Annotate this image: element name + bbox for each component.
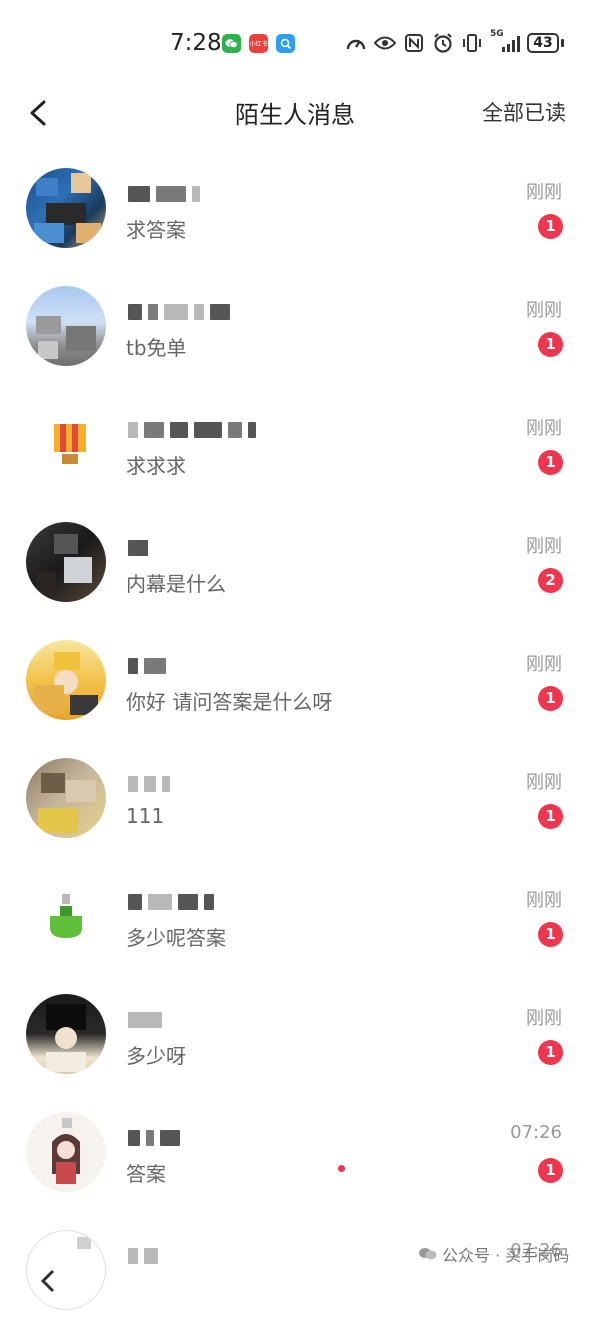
touch-indicator-dot [338, 1165, 345, 1172]
sender-name-redacted [128, 772, 170, 796]
news-app-icon: 小红书 [249, 34, 268, 53]
avatar[interactable] [26, 758, 106, 838]
unread-badge: 1 [538, 1158, 563, 1183]
unread-badge: 1 [538, 214, 563, 239]
list-item[interactable]: 答案 07:26 1 [0, 1094, 590, 1212]
unread-badge: 1 [538, 450, 563, 475]
watermark-text: 公众号 · 买手岗码 [442, 1246, 570, 1265]
list-item[interactable]: 求答案 刚刚 1 [0, 150, 590, 268]
message-time: 刚刚 [526, 418, 562, 439]
message-preview: 多少呀 [126, 1044, 186, 1068]
unread-badge: 1 [538, 332, 563, 357]
sender-name-redacted [128, 300, 230, 324]
avatar[interactable] [26, 640, 106, 720]
avatar[interactable] [26, 876, 106, 956]
message-time: 刚刚 [526, 890, 562, 911]
status-bar: 7:28 小红书 5G 43 [0, 0, 590, 90]
network-type-label: 5G [490, 29, 504, 39]
sender-name-redacted [128, 654, 166, 678]
list-item[interactable]: tb免单 刚刚 1 [0, 268, 590, 386]
status-time: 7:28 [170, 30, 222, 56]
eye-icon [374, 32, 396, 54]
battery-tip [561, 39, 564, 47]
message-preview: 答案 [126, 1162, 166, 1186]
avatar[interactable] [26, 1112, 106, 1192]
message-time: 刚刚 [526, 1008, 562, 1029]
list-item[interactable]: 07:26 [0, 1212, 590, 1330]
message-preview: tb免单 [126, 336, 187, 360]
sender-name-redacted [128, 890, 214, 914]
alarm-icon [432, 32, 454, 54]
sender-name-redacted [128, 1244, 158, 1268]
list-item[interactable]: 求求求 刚刚 1 [0, 386, 590, 504]
mark-all-read-button[interactable]: 全部已读 [482, 97, 566, 127]
message-time: 刚刚 [526, 182, 562, 203]
avatar[interactable] [26, 1230, 106, 1310]
message-preview: 你好 请问答案是什么呀 [126, 690, 333, 714]
message-time: 刚刚 [526, 654, 562, 675]
watermark: 公众号 · 买手岗码 [418, 1242, 569, 1266]
avatar[interactable] [26, 168, 106, 248]
chevron-left-icon [30, 100, 46, 126]
message-preview: 多少呢答案 [126, 926, 226, 950]
battery-indicator: 43 [527, 33, 559, 53]
message-preview: 求求求 [126, 454, 186, 478]
unread-badge: 1 [538, 804, 563, 829]
signal-5g-icon: 5G [490, 29, 524, 54]
wechat-icon [419, 1248, 437, 1260]
vibrate-icon [461, 32, 483, 54]
nfc-icon [403, 32, 425, 54]
back-button[interactable] [20, 93, 60, 133]
message-preview: 求答案 [126, 218, 186, 242]
message-preview: 内幕是什么 [126, 572, 226, 596]
system-icons: 5G [345, 29, 524, 54]
search-app-icon [276, 34, 295, 53]
message-time: 刚刚 [526, 300, 562, 321]
list-item[interactable]: 多少呢答案 刚刚 1 [0, 858, 590, 976]
message-preview: 111 [126, 804, 165, 828]
sender-name-redacted [128, 536, 148, 560]
avatar[interactable] [26, 404, 106, 484]
sender-name-redacted [128, 182, 200, 206]
list-item[interactable]: 你好 请问答案是什么呀 刚刚 1 [0, 622, 590, 740]
app-notification-icons: 小红书 [222, 34, 295, 53]
wechat-icon [222, 34, 241, 53]
avatar[interactable] [26, 994, 106, 1074]
list-item[interactable]: 内幕是什么 刚刚 2 [0, 504, 590, 622]
header: 陌生人消息 全部已读 [0, 85, 590, 141]
sender-name-redacted [128, 1008, 162, 1032]
unread-badge: 1 [538, 922, 563, 947]
message-time: 刚刚 [526, 772, 562, 793]
sender-name-redacted [128, 418, 256, 442]
speed-gauge-icon [345, 32, 367, 54]
sender-name-redacted [128, 1126, 180, 1150]
list-item[interactable]: 多少呀 刚刚 1 [0, 976, 590, 1094]
list-item[interactable]: 111 刚刚 1 [0, 740, 590, 858]
message-time: 07:26 [510, 1122, 562, 1143]
message-time: 刚刚 [526, 536, 562, 557]
unread-badge: 2 [538, 568, 563, 593]
message-list: 求答案 刚刚 1 tb免单 刚刚 1 求求求 刚刚 1 内幕是什么 刚刚 2 你… [0, 150, 590, 1330]
avatar[interactable] [26, 522, 106, 602]
news-app-label: 小红书 [249, 41, 268, 48]
avatar[interactable] [26, 286, 106, 366]
unread-badge: 1 [538, 1040, 563, 1065]
unread-badge: 1 [538, 686, 563, 711]
